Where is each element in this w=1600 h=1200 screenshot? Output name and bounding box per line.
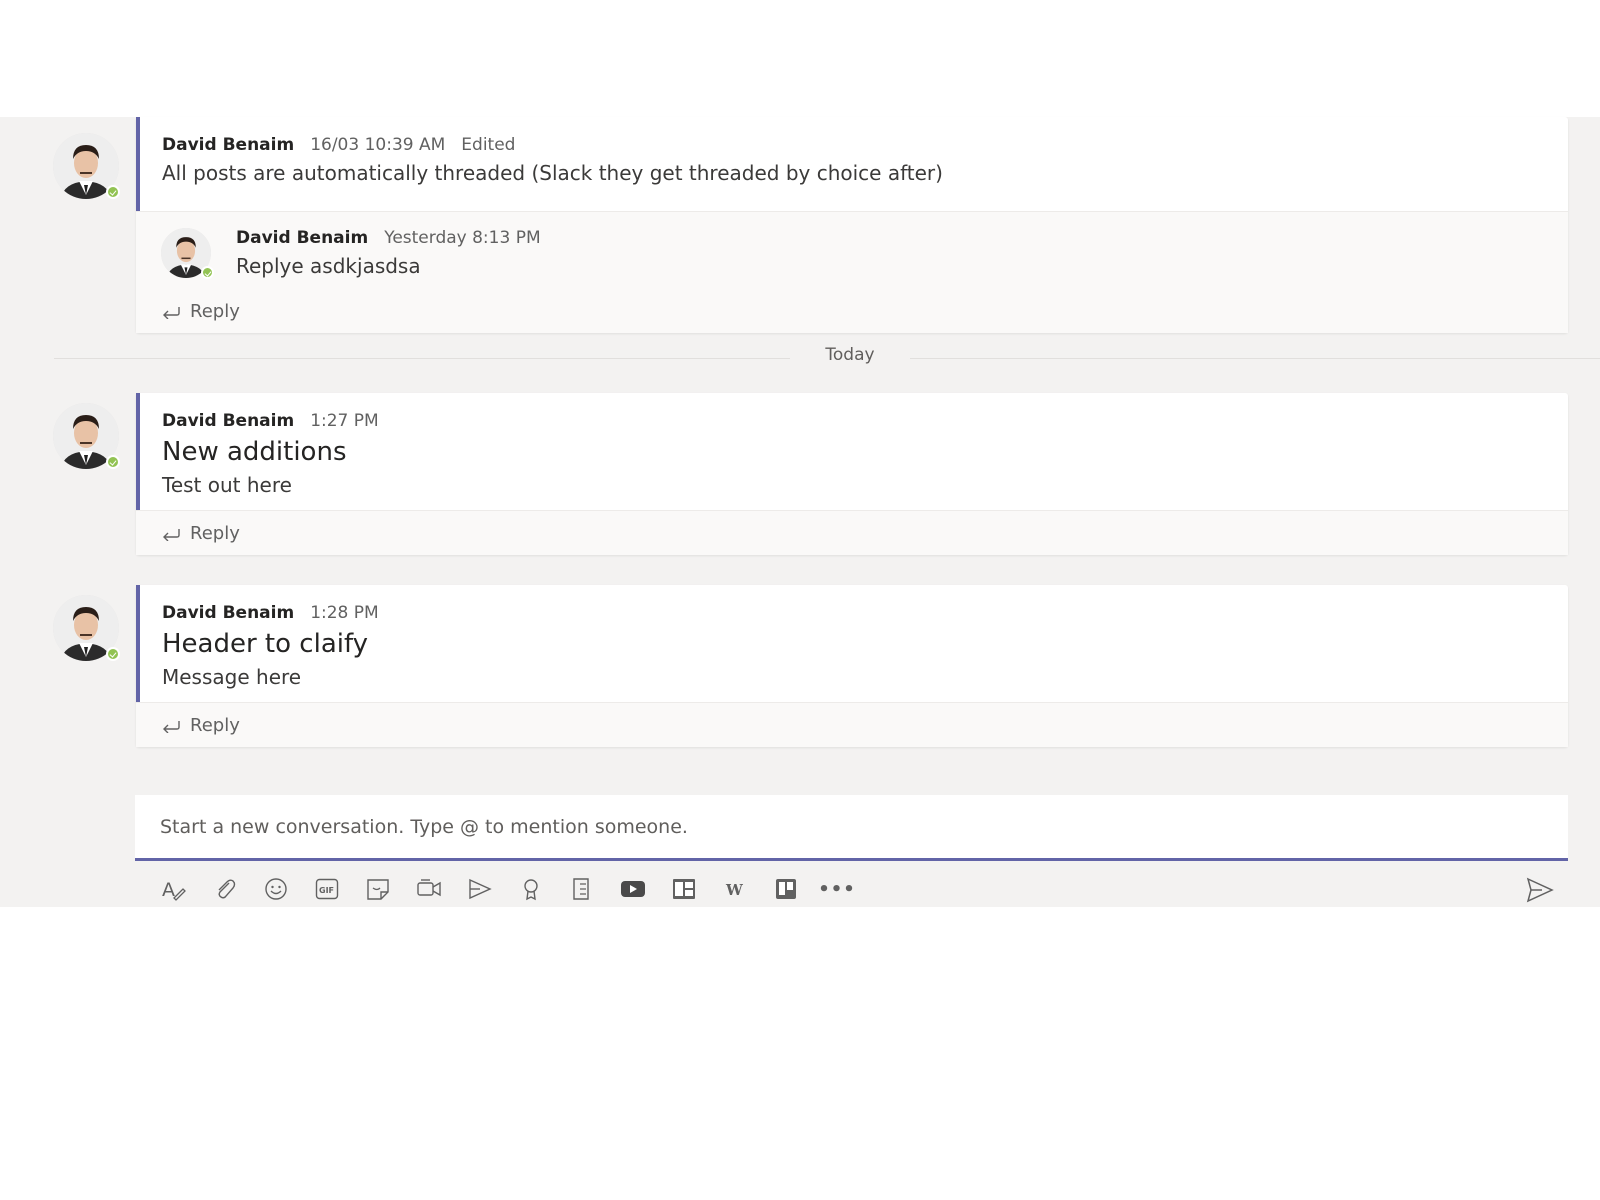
thread-card: David Benaim 16/03 10:39 AM Edited All p… [136, 117, 1568, 333]
message-subject: Header to claify [162, 629, 369, 659]
reply-arrow-icon [163, 529, 180, 541]
reply-label: Reply [190, 714, 240, 736]
presence-available-icon [106, 185, 120, 199]
avatar[interactable] [161, 228, 214, 279]
praise-icon[interactable] [515, 873, 547, 905]
message[interactable]: David Benaim 16/03 10:39 AM Edited All p… [136, 117, 1568, 185]
composer-placeholder: Start a new conversation. Type @ to ment… [160, 815, 688, 838]
message-body: Test out here [162, 473, 292, 497]
reply-button[interactable]: Reply [136, 702, 1568, 747]
more-options-icon[interactable]: ••• [818, 873, 856, 905]
gif-icon[interactable]: GIF [311, 873, 343, 905]
stream-icon[interactable] [464, 873, 496, 905]
emoji-icon[interactable] [260, 873, 292, 905]
sticker-icon[interactable] [362, 873, 394, 905]
author-name[interactable]: David Benaim [162, 603, 294, 623]
message-body: Replye asdkjasdsa [236, 254, 421, 278]
author-name[interactable]: David Benaim [236, 228, 368, 248]
reply-label: Reply [190, 300, 240, 322]
forms-icon[interactable] [566, 873, 598, 905]
reply-message[interactable]: David Benaim Yesterday 8:13 PM Replye as… [136, 211, 1568, 294]
avatar[interactable] [53, 595, 120, 661]
trello-icon[interactable] [770, 873, 802, 905]
message-timestamp: Yesterday 8:13 PM [384, 228, 541, 248]
wiki-icon[interactable]: W [719, 873, 751, 905]
conversation-pane: David Benaim 16/03 10:39 AM Edited All p… [0, 117, 1600, 907]
thread-card: David Benaim 1:27 PM New additions Test … [136, 393, 1568, 555]
date-divider-label: Today [790, 345, 910, 365]
reply-arrow-icon [163, 721, 180, 733]
reply-button[interactable]: Reply [136, 510, 1568, 555]
avatar[interactable] [53, 133, 120, 199]
message-timestamp: 1:27 PM [310, 411, 379, 431]
reply-label: Reply [190, 522, 240, 544]
reply-arrow-icon [163, 307, 180, 319]
message[interactable]: David Benaim 1:27 PM New additions Test … [136, 393, 1568, 497]
message[interactable]: David Benaim 1:28 PM Header to claify Me… [136, 585, 1568, 689]
attach-icon[interactable] [209, 873, 241, 905]
svg-text:A: A [162, 879, 175, 901]
planner-icon[interactable] [668, 873, 700, 905]
format-icon[interactable]: A [158, 873, 190, 905]
wiki-label: W [725, 881, 744, 899]
author-name[interactable]: David Benaim [162, 411, 294, 431]
message-subject: New additions [162, 437, 347, 467]
author-name[interactable]: David Benaim [162, 135, 294, 155]
message-body: Message here [162, 665, 302, 689]
message-body: All posts are automatically threaded (Sl… [162, 161, 943, 185]
more-label: ••• [818, 878, 856, 900]
edited-label: Edited [461, 135, 516, 155]
youtube-icon[interactable] [617, 873, 649, 905]
thread-card: David Benaim 1:28 PM Header to claify Me… [136, 585, 1568, 747]
reply-button[interactable]: Reply [136, 289, 1568, 333]
send-icon[interactable] [1524, 874, 1556, 906]
message-timestamp: 1:28 PM [310, 603, 379, 623]
message-timestamp: 16/03 10:39 AM [310, 135, 446, 155]
new-conversation-input[interactable]: Start a new conversation. Type @ to ment… [135, 795, 1568, 861]
gif-label: GIF [319, 886, 334, 895]
presence-available-icon [201, 266, 214, 279]
presence-available-icon [106, 455, 120, 469]
presence-available-icon [106, 647, 120, 661]
composer-toolbar: A GIF W ••• [158, 872, 856, 906]
meet-now-icon[interactable] [413, 873, 445, 905]
avatar[interactable] [53, 403, 120, 469]
